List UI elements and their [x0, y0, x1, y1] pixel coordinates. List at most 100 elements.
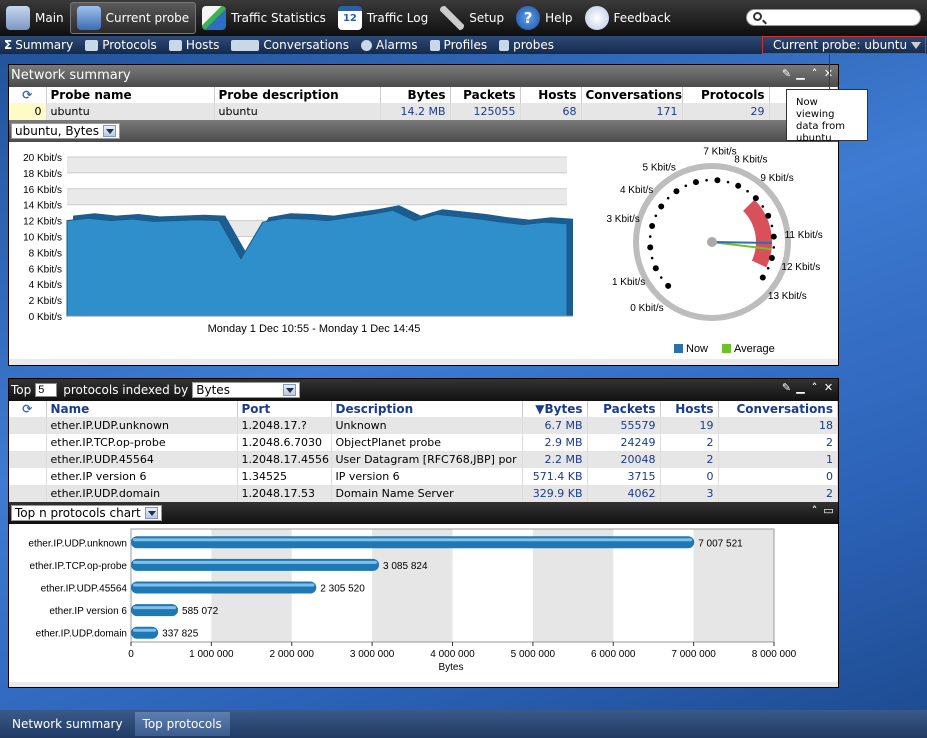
nav-help[interactable]: ? Help — [510, 2, 578, 34]
refresh-icon[interactable]: ⟳ — [9, 87, 47, 103]
probe-metric-select[interactable]: ubuntu, Bytes — [11, 123, 121, 139]
proto-name-cell[interactable]: ether.IP.UDP.unknown — [46, 417, 238, 434]
nav-traffic-log[interactable]: 12 Traffic Log — [332, 2, 434, 34]
gauge-tick — [746, 189, 749, 193]
col-packets[interactable]: Packets — [450, 87, 521, 103]
table-row[interactable]: ether.IP.TCP.op-probe 1.2048.6.7030 Object… — [9, 434, 838, 451]
gauge-label: 8 Kbit/s — [734, 155, 767, 166]
hosts-cell[interactable]: 2 — [660, 451, 719, 468]
col-conversations[interactable]: Conversations — [718, 401, 838, 417]
gauge-tick — [705, 178, 708, 182]
hosts-cell[interactable]: 0 — [660, 468, 719, 485]
restore-icon[interactable]: ▭ — [823, 505, 834, 516]
conversations-cell[interactable]: 171 — [581, 103, 683, 120]
close-icon[interactable]: ✕ — [823, 382, 834, 393]
nav-feedback[interactable]: Feedback — [579, 2, 677, 34]
hosts-cell[interactable]: 3 — [660, 485, 719, 502]
value-label: 3 085 824 — [383, 561, 428, 572]
top-protocols-panel: Top protocols indexed by Bytes ✎▁˄✕ ⟳ Na… — [8, 378, 839, 688]
nav-current-probe[interactable]: Current probe — [69, 2, 197, 34]
wrench-icon[interactable]: ✎ — [781, 382, 792, 393]
col-probe-description[interactable]: Probe description — [214, 87, 381, 103]
col-probe-name[interactable]: Probe name — [46, 87, 215, 103]
nav-traffic-statistics[interactable]: Traffic Statistics — [196, 2, 332, 34]
chevron-down-icon — [283, 384, 297, 396]
x-axis-label: Bytes — [438, 662, 463, 673]
probe-name-cell[interactable]: ubuntu — [46, 103, 215, 120]
monitor-icon — [76, 6, 101, 30]
col-bytes-sorted[interactable]: ▼Bytes — [522, 401, 588, 417]
col-hosts[interactable]: Hosts — [660, 401, 719, 417]
bottom-tab-bar: Network summary Top protocols — [0, 710, 927, 738]
value-label: 585 072 — [182, 606, 219, 617]
gauge-tick — [714, 177, 721, 184]
bar — [131, 604, 179, 617]
chart-type-select[interactable]: Top n protocols chart — [11, 505, 162, 521]
col-name[interactable]: Name — [46, 401, 238, 417]
conversations-cell[interactable]: 1 — [718, 451, 838, 468]
hosts-cell[interactable]: 19 — [660, 417, 719, 434]
hosts-cell[interactable]: 68 — [520, 103, 582, 120]
nav-setup[interactable]: Setup — [434, 2, 510, 34]
proto-name-cell[interactable]: ether.IP.UDP.45564 — [46, 451, 238, 468]
col-port[interactable]: Port — [237, 401, 332, 417]
conversations-cell[interactable]: 0 — [718, 468, 838, 485]
y-tick-label: 10 Kbit/s — [23, 233, 62, 244]
conversations-cell[interactable]: 18 — [718, 417, 838, 434]
table-row[interactable]: ether.IP.UDP.45564 1.2048.17.4556 User Dat… — [9, 451, 838, 468]
probes-icon — [499, 39, 510, 51]
legend-now: Now — [686, 343, 708, 355]
table-row[interactable]: 0 ubuntu ubuntu 14.2 MB 125055 68 171 29 — [9, 103, 838, 120]
proto-name-cell[interactable]: ether.IP.UDP.domain — [46, 485, 238, 502]
hosts-cell[interactable]: 2 — [660, 434, 719, 451]
col-description[interactable]: Description — [331, 401, 523, 417]
refresh-icon[interactable]: ⟳ — [9, 401, 47, 417]
conversations-cell[interactable]: 2 — [718, 434, 838, 451]
conversations-cell[interactable]: 2 — [718, 485, 838, 502]
subnav-hosts[interactable]: Hosts — [168, 38, 219, 52]
y-tick-label: 16 Kbit/s — [23, 185, 62, 196]
table-row[interactable]: ether.IP.UDP.domain 1.2048.17.53 Domain Na… — [9, 485, 838, 502]
col-hosts[interactable]: Hosts — [520, 87, 582, 103]
category-label: ether.IP.UDP.domain — [36, 629, 127, 640]
top-count-input[interactable] — [35, 383, 58, 397]
wrench-icon[interactable]: ✎ — [781, 68, 792, 79]
panel-title: Network summary — [11, 68, 131, 83]
col-bytes[interactable]: Bytes — [380, 87, 451, 103]
bytes-cell: 329.9 KB — [522, 485, 588, 502]
minimize-icon[interactable]: ▁ — [795, 68, 806, 79]
subnav-conversations[interactable]: Conversations — [231, 38, 349, 52]
profiles-icon — [429, 39, 440, 51]
subnav-protocols[interactable]: Protocols — [85, 38, 157, 52]
col-conversations[interactable]: Conversations — [581, 87, 683, 103]
col-packets[interactable]: Packets — [587, 401, 661, 417]
nav-main[interactable]: Main — [0, 2, 70, 34]
gauge-now-needle — [711, 241, 773, 245]
indexed-by-select[interactable]: Bytes — [192, 382, 301, 398]
y-tick-label: 12 Kbit/s — [23, 217, 62, 228]
summary-table: ⟳ Probe name Probe description Bytes Pac… — [9, 87, 838, 120]
chevron-up-icon[interactable]: ˄ — [809, 68, 820, 79]
tab-top-protocols[interactable]: Top protocols — [134, 712, 230, 736]
subnav-alarms[interactable]: Alarms — [360, 38, 418, 52]
help-icon: ? — [516, 6, 541, 30]
subnav-profiles[interactable]: Profiles — [429, 38, 487, 52]
protocols-cell[interactable]: 29 — [682, 103, 770, 120]
proto-name-cell[interactable]: ether.IP version 6 — [46, 468, 238, 485]
search-input[interactable] — [746, 9, 921, 26]
col-protocols[interactable]: Protocols — [682, 87, 770, 103]
gauge-tick — [752, 195, 759, 202]
chevron-up-icon[interactable]: ˄ — [809, 382, 820, 393]
tab-network-summary[interactable]: Network summary — [4, 712, 131, 736]
category-label: ether.IP.TCP.op-probe — [30, 561, 128, 572]
proto-name-cell[interactable]: ether.IP.TCP.op-probe — [46, 434, 238, 451]
table-row[interactable]: ether.IP version 6 1.34525 IP version 6 571… — [9, 468, 838, 485]
chevron-up-icon[interactable]: ˄ — [809, 505, 820, 516]
minimize-icon[interactable]: ▁ — [795, 382, 806, 393]
y-tick-label: 14 Kbit/s — [23, 201, 62, 212]
area-series — [66, 209, 568, 317]
table-row[interactable]: ether.IP.UDP.unknown 1.2048.17.? Unknown 6.… — [9, 417, 838, 434]
subnav-summary[interactable]: Σ Summary — [4, 38, 73, 52]
current-probe-select[interactable]: Current probe: ubuntu — [762, 36, 926, 54]
subnav-probes[interactable]: probes — [499, 38, 554, 52]
